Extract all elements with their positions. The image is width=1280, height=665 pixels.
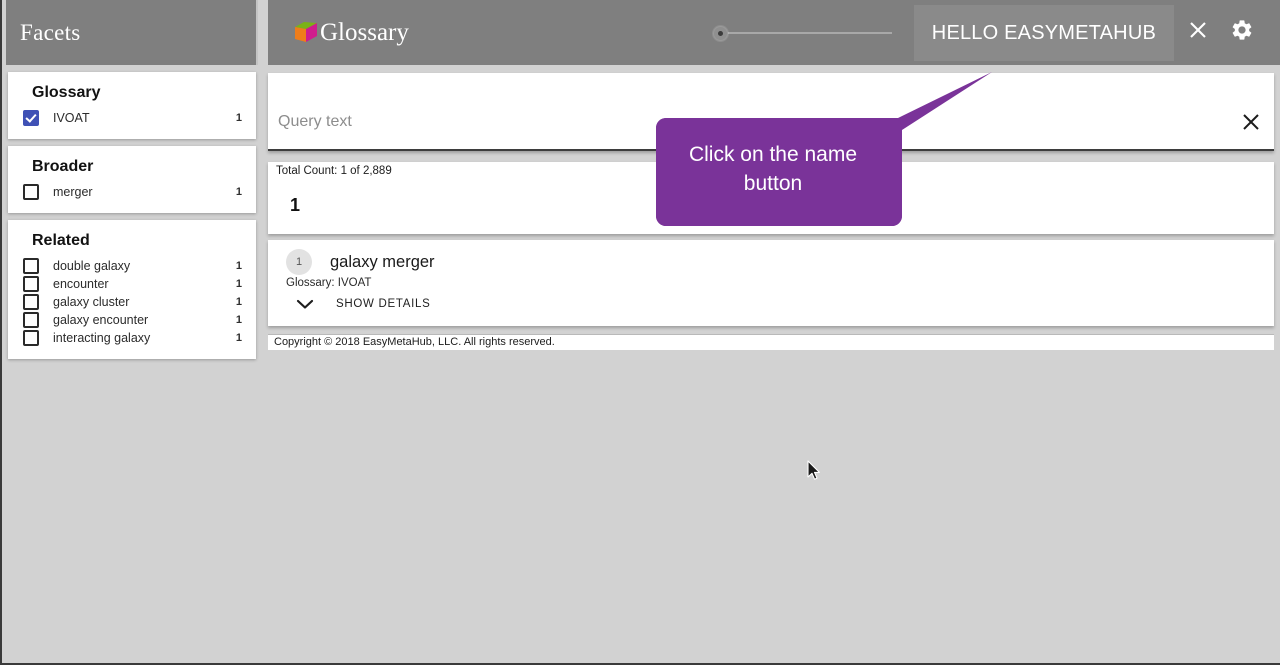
facet-checkbox-galaxy-encounter[interactable] (23, 312, 39, 328)
close-icon (1240, 111, 1262, 138)
app-window: Facets Glossary IVOAT 1 Broader merger 1… (0, 0, 1280, 665)
close-icon (1187, 19, 1209, 46)
settings-button[interactable] (1222, 13, 1262, 53)
facet-item-label: interacting galaxy (53, 331, 151, 345)
chevron-down-icon (296, 298, 314, 310)
close-button[interactable] (1178, 13, 1218, 53)
facet-item-label: galaxy encounter (53, 313, 149, 327)
facet-checkbox-interacting-galaxy[interactable] (23, 330, 39, 346)
query-card: Query text (268, 73, 1274, 151)
app-header: Glossary HELLO EASYMETAHUB (268, 0, 1280, 65)
facet-item-count: 1 (235, 314, 242, 326)
facet-item-count: 1 (235, 332, 242, 344)
show-details-label: SHOW DETAILS (336, 298, 431, 310)
copyright-text: Copyright © 2018 EasyMetaHub, LLC. All r… (274, 336, 555, 348)
facet-item-count: 1 (235, 296, 242, 308)
facet-item-count: 1 (235, 260, 242, 272)
slider-thumb[interactable] (712, 25, 728, 41)
facet-checkbox-galaxy-cluster[interactable] (23, 294, 39, 310)
facets-title: Facets (20, 19, 81, 45)
page-number[interactable]: 1 (290, 195, 300, 216)
show-details-toggle[interactable]: SHOW DETAILS (296, 298, 1274, 310)
facet-checkbox-merger[interactable] (23, 184, 39, 200)
main-content: Glossary HELLO EASYMETAHUB Query text To… (260, 0, 1280, 663)
brand-title: Glossary (320, 18, 409, 46)
facet-item-label: galaxy cluster (53, 295, 130, 309)
slider-track[interactable] (719, 31, 892, 34)
facet-group-title: Glossary (32, 84, 101, 101)
result-header: 1 galaxy merger (268, 240, 1274, 275)
result-badge: 1 (286, 249, 312, 275)
facet-item-ivoat[interactable]: IVOAT 1 (20, 109, 244, 127)
result-card: 1 galaxy merger Glossary: IVOAT SHOW DET… (268, 240, 1274, 326)
zoom-slider[interactable] (712, 23, 892, 43)
facet-group-glossary: Glossary IVOAT 1 (8, 72, 256, 139)
user-greeting-button[interactable]: HELLO EASYMETAHUB (913, 4, 1174, 61)
facet-group-broader: Broader merger 1 (8, 146, 256, 213)
facet-item-double-galaxy[interactable]: double galaxy 1 (20, 257, 244, 275)
total-count-label: Total Count: 1 of 2,889 (276, 165, 392, 177)
facet-item-interacting-galaxy[interactable]: interacting galaxy 1 (20, 329, 244, 347)
query-input[interactable]: Query text (278, 113, 352, 131)
results-summary-card: Total Count: 1 of 2,889 1 (268, 162, 1274, 234)
facet-item-count: 1 (235, 112, 242, 124)
header-actions: HELLO EASYMETAHUB (712, 0, 1280, 65)
query-underline (268, 149, 1274, 151)
facet-item-encounter[interactable]: encounter 1 (20, 275, 244, 293)
footer-bar: Copyright © 2018 EasyMetaHub, LLC. All r… (268, 334, 1274, 350)
facet-group-related: Related double galaxy 1 encounter 1 gala… (8, 220, 256, 359)
facet-checkbox-ivoat[interactable] (23, 110, 39, 126)
facet-item-count: 1 (235, 186, 242, 198)
facet-checkbox-encounter[interactable] (23, 276, 39, 292)
facet-group-title: Related (32, 232, 90, 249)
clear-query-button[interactable] (1238, 111, 1264, 137)
facet-item-count: 1 (235, 278, 242, 290)
facet-item-label: merger (53, 185, 93, 199)
result-subtitle: Glossary: IVOAT (286, 277, 372, 289)
gear-icon (1230, 18, 1254, 47)
facet-checkbox-double-galaxy[interactable] (23, 258, 39, 274)
facet-item-galaxy-encounter[interactable]: galaxy encounter 1 (20, 311, 244, 329)
facet-item-merger[interactable]: merger 1 (20, 183, 244, 201)
query-field-wrapper[interactable]: Query text (268, 73, 1274, 151)
facets-sidebar: Facets Glossary IVOAT 1 Broader merger 1… (6, 0, 258, 663)
facet-item-galaxy-cluster[interactable]: galaxy cluster 1 (20, 293, 244, 311)
facets-header: Facets (6, 0, 258, 65)
facet-item-label: IVOAT (53, 111, 90, 125)
facet-item-label: encounter (53, 277, 109, 291)
facet-item-label: double galaxy (53, 259, 131, 273)
brand: Glossary (292, 19, 409, 47)
facet-group-title: Broader (32, 158, 94, 175)
result-title-button[interactable]: galaxy merger (330, 253, 435, 272)
cube-icon (292, 20, 318, 46)
